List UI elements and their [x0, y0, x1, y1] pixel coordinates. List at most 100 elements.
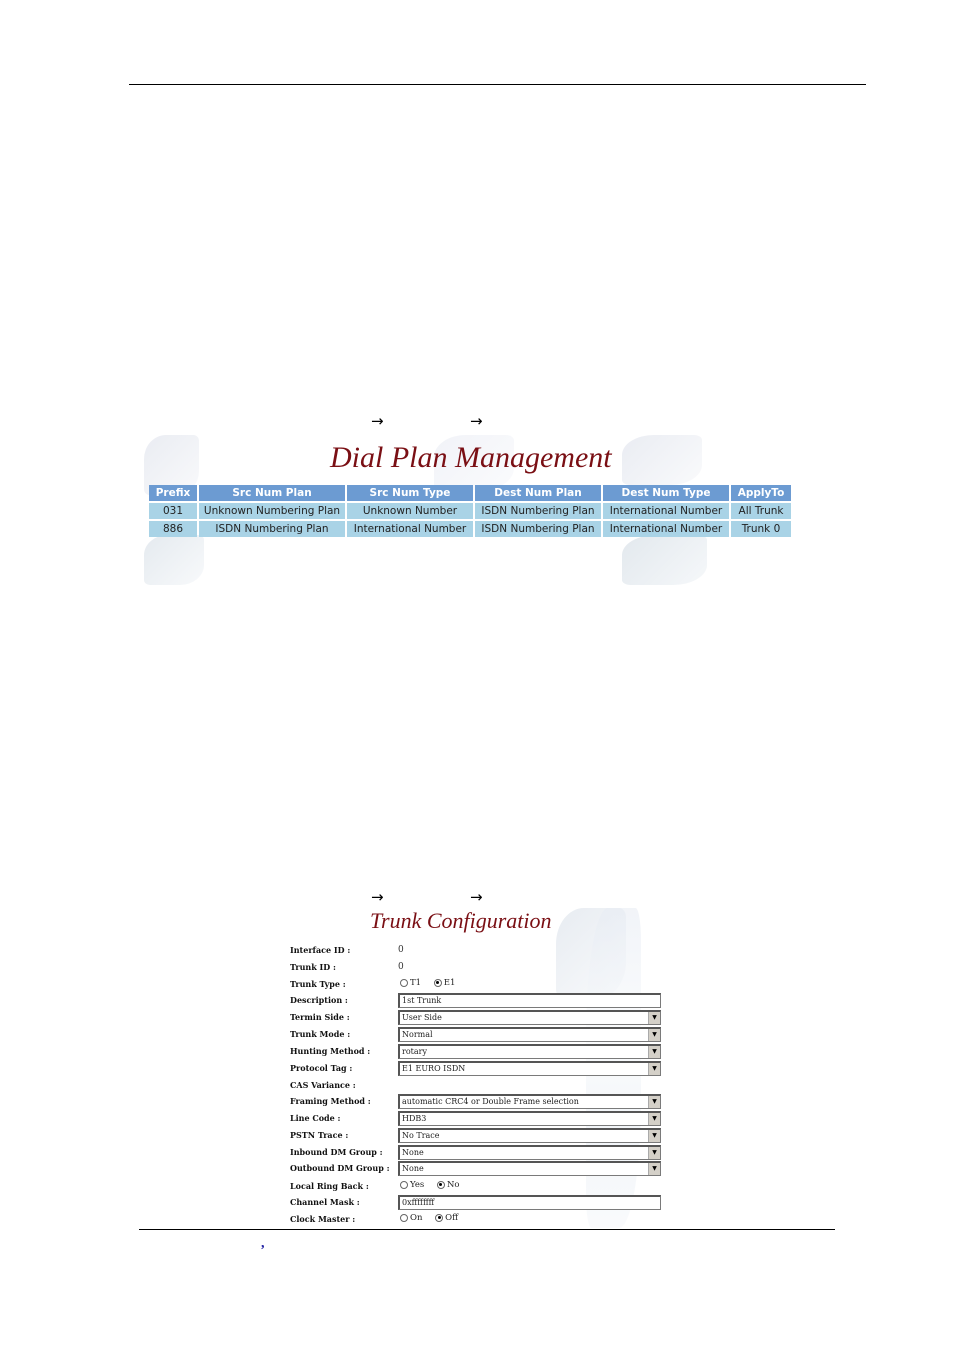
description-input[interactable]: 1st Trunk — [398, 993, 661, 1008]
table-row[interactable]: 886 ISDN Numbering Plan International Nu… — [149, 521, 791, 537]
cell-src-num-type: International Number — [347, 521, 473, 537]
column-header-prefix: Prefix — [149, 485, 197, 501]
select-value: rotary — [402, 1047, 427, 1056]
background-decoration — [622, 535, 707, 585]
cell-dest-num-type: International Number — [603, 503, 729, 519]
trunk-type-radio-group: T1 E1 — [400, 978, 465, 988]
field-label: Trunk Type : — [290, 979, 346, 989]
table-header-row: Prefix Src Num Plan Src Num Type Dest Nu… — [149, 485, 791, 501]
field-hunting-method: Hunting Method : rotary ▼ — [290, 1044, 670, 1061]
cell-src-num-plan: Unknown Numbering Plan — [199, 503, 345, 519]
field-description: Description : 1st Trunk — [290, 993, 670, 1010]
chevron-down-icon[interactable]: ▼ — [648, 1113, 660, 1125]
field-interface-id: Interface ID : 0 — [290, 943, 670, 960]
chevron-down-icon[interactable]: ▼ — [648, 1063, 660, 1075]
chevron-down-icon[interactable]: ▼ — [648, 1029, 660, 1041]
select-value: E1 EURO ISDN — [402, 1064, 466, 1073]
radio-label: Off — [445, 1213, 459, 1223]
select-value: HDB3 — [402, 1114, 427, 1123]
field-trunk-mode: Trunk Mode : Normal ▼ — [290, 1027, 670, 1044]
local-ring-back-yes-radio[interactable] — [400, 1180, 408, 1189]
cell-dest-num-plan: ISDN Numbering Plan — [475, 503, 601, 519]
trunk-type-e1-radio[interactable] — [433, 978, 442, 987]
dial-plan-table: Prefix Src Num Plan Src Num Type Dest Nu… — [147, 483, 793, 539]
field-cas-variance: CAS Variance : — [290, 1078, 670, 1095]
radio-label: On — [410, 1213, 423, 1223]
column-header-dest-num-type: Dest Num Type — [603, 485, 729, 501]
field-label: Outbound DM Group : — [290, 1163, 390, 1173]
field-protocol-tag: Protocol Tag : E1 EURO ISDN ▼ — [290, 1061, 670, 1078]
header-rule — [129, 84, 866, 85]
chevron-down-icon[interactable]: ▼ — [648, 1012, 660, 1024]
column-header-src-num-plan: Src Num Plan — [199, 485, 345, 501]
protocol-tag-select[interactable]: E1 EURO ISDN ▼ — [398, 1061, 661, 1076]
field-label: Trunk ID : — [290, 962, 336, 972]
line-code-select[interactable]: HDB3 ▼ — [398, 1111, 661, 1126]
background-decoration — [144, 535, 204, 585]
chevron-down-icon[interactable]: ▼ — [648, 1096, 660, 1108]
clock-master-off-radio[interactable] — [435, 1213, 444, 1222]
trunk-mode-select[interactable]: Normal ▼ — [398, 1027, 661, 1042]
select-value: User Side — [402, 1013, 442, 1022]
clock-master-radio-group: On Off — [400, 1213, 468, 1223]
background-decoration — [622, 435, 702, 485]
field-label: Termin Side : — [290, 1012, 350, 1022]
field-framing-method: Framing Method : automatic CRC4 or Doubl… — [290, 1094, 670, 1111]
nav-arrow-icon: → — [470, 412, 483, 430]
clock-master-on-radio[interactable] — [400, 1213, 408, 1222]
field-trunk-id: Trunk ID : 0 — [290, 960, 670, 977]
field-inbound-dm-group: Inbound DM Group : None ▼ — [290, 1145, 670, 1162]
framing-method-select[interactable]: automatic CRC4 or Double Frame selection… — [398, 1094, 661, 1109]
cell-dest-num-type: International Number — [603, 521, 729, 537]
select-value: automatic CRC4 or Double Frame selection — [402, 1097, 579, 1106]
field-label: Description : — [290, 995, 348, 1005]
trunk-id-value: 0 — [398, 962, 404, 972]
trunk-type-t1-radio[interactable] — [400, 978, 408, 987]
local-ring-back-no-radio[interactable] — [436, 1180, 445, 1189]
footer-mark: , — [261, 1236, 265, 1251]
cell-apply-to: Trunk 0 — [731, 521, 791, 537]
chevron-down-icon[interactable]: ▼ — [648, 1163, 660, 1175]
inbound-dm-group-select[interactable]: None ▼ — [398, 1145, 661, 1160]
chevron-down-icon[interactable]: ▼ — [648, 1147, 660, 1159]
field-label: CAS Variance : — [290, 1080, 356, 1090]
table-row[interactable]: 031 Unknown Numbering Plan Unknown Numbe… — [149, 503, 791, 519]
trunk-config-title: Trunk Configuration — [370, 908, 552, 933]
field-label: Local Ring Back : — [290, 1181, 369, 1191]
field-label: Inbound DM Group : — [290, 1147, 383, 1157]
hunting-method-select[interactable]: rotary ▼ — [398, 1044, 661, 1059]
nav-arrow-icon: → — [371, 412, 384, 430]
chevron-down-icon[interactable]: ▼ — [648, 1046, 660, 1058]
field-label: Clock Master : — [290, 1214, 356, 1224]
column-header-src-num-type: Src Num Type — [347, 485, 473, 501]
select-value: Normal — [402, 1030, 433, 1039]
field-label: Interface ID : — [290, 945, 351, 955]
nav-arrow-icon: → — [371, 888, 384, 906]
cell-prefix: 031 — [149, 503, 197, 519]
footer-rule — [139, 1229, 835, 1230]
cell-apply-to: All Trunk — [731, 503, 791, 519]
chevron-down-icon[interactable]: ▼ — [648, 1130, 660, 1142]
cell-src-num-plan: ISDN Numbering Plan — [199, 521, 345, 537]
radio-label: E1 — [443, 978, 456, 988]
field-label: Channel Mask : — [290, 1197, 360, 1207]
field-line-code: Line Code : HDB3 ▼ — [290, 1111, 670, 1128]
select-value: None — [402, 1148, 424, 1157]
pstn-trace-select[interactable]: No Trace ▼ — [398, 1128, 661, 1143]
field-label: Protocol Tag : — [290, 1063, 353, 1073]
cell-src-num-type: Unknown Number — [347, 503, 473, 519]
select-value: None — [402, 1164, 424, 1173]
field-channel-mask: Channel Mask : 0xffffffff — [290, 1195, 670, 1212]
column-header-dest-num-plan: Dest Num Plan — [475, 485, 601, 501]
field-label: Line Code : — [290, 1113, 341, 1123]
termin-side-select[interactable]: User Side ▼ — [398, 1010, 661, 1025]
field-local-ring-back: Local Ring Back : Yes No — [290, 1179, 670, 1196]
field-pstn-trace: PSTN Trace : No Trace ▼ — [290, 1128, 670, 1145]
dial-plan-title: Dial Plan Management — [330, 441, 612, 474]
field-label: Framing Method : — [290, 1096, 371, 1106]
cell-dest-num-plan: ISDN Numbering Plan — [475, 521, 601, 537]
field-clock-master: Clock Master : On Off — [290, 1212, 670, 1229]
outbound-dm-group-select[interactable]: None ▼ — [398, 1161, 661, 1176]
channel-mask-input[interactable]: 0xffffffff — [398, 1195, 661, 1210]
field-trunk-type: Trunk Type : T1 E1 — [290, 977, 670, 994]
